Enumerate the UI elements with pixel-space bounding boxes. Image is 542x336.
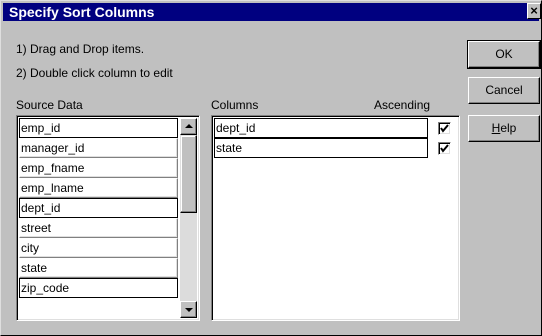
title-bar[interactable]: Specify Sort Columns × [3, 3, 541, 21]
chevron-up-icon [185, 124, 193, 128]
ascending-checkbox[interactable] [438, 142, 451, 155]
list-item[interactable]: emp_fname [19, 158, 178, 178]
help-button[interactable]: Help [468, 115, 540, 142]
list-item[interactable]: emp_lname [19, 178, 178, 198]
scroll-up-button[interactable] [180, 118, 197, 135]
list-item[interactable]: manager_id [19, 138, 178, 158]
ascending-checkbox[interactable] [438, 122, 451, 135]
scrollbar-thumb[interactable] [180, 135, 197, 213]
sort-column-row[interactable]: dept_id [214, 118, 428, 138]
source-data-label: Source Data [16, 98, 83, 112]
list-item[interactable]: zip_code [19, 278, 178, 298]
close-icon[interactable]: × [527, 3, 541, 19]
list-item[interactable]: state [19, 258, 178, 278]
source-data-list[interactable]: emp_id manager_id emp_fname emp_lname de… [16, 115, 200, 321]
sort-columns-dialog: Specify Sort Columns × 1) Drag and Drop … [0, 0, 542, 336]
help-label: elp [500, 121, 517, 135]
columns-label: Columns [211, 98, 259, 112]
dialog-title: Specify Sort Columns [9, 4, 155, 20]
instruction-double-click: 2) Double click column to edit [16, 66, 173, 80]
chevron-down-icon [185, 308, 193, 312]
instruction-drag-drop: 1) Drag and Drop items. [16, 42, 145, 56]
list-item[interactable]: dept_id [19, 198, 178, 218]
check-icon [440, 144, 449, 153]
list-item[interactable]: street [19, 218, 178, 238]
sort-columns-list[interactable]: dept_id state [211, 115, 460, 321]
cancel-button[interactable]: Cancel [468, 77, 540, 104]
check-icon [440, 124, 449, 133]
ascending-label: Ascending [374, 98, 431, 112]
sort-column-row[interactable]: state [214, 138, 428, 158]
list-item[interactable]: emp_id [19, 118, 178, 138]
list-item[interactable]: city [19, 238, 178, 258]
scroll-down-button[interactable] [180, 301, 197, 318]
ok-button[interactable]: OK [467, 40, 541, 69]
source-scrollbar[interactable] [180, 118, 197, 318]
